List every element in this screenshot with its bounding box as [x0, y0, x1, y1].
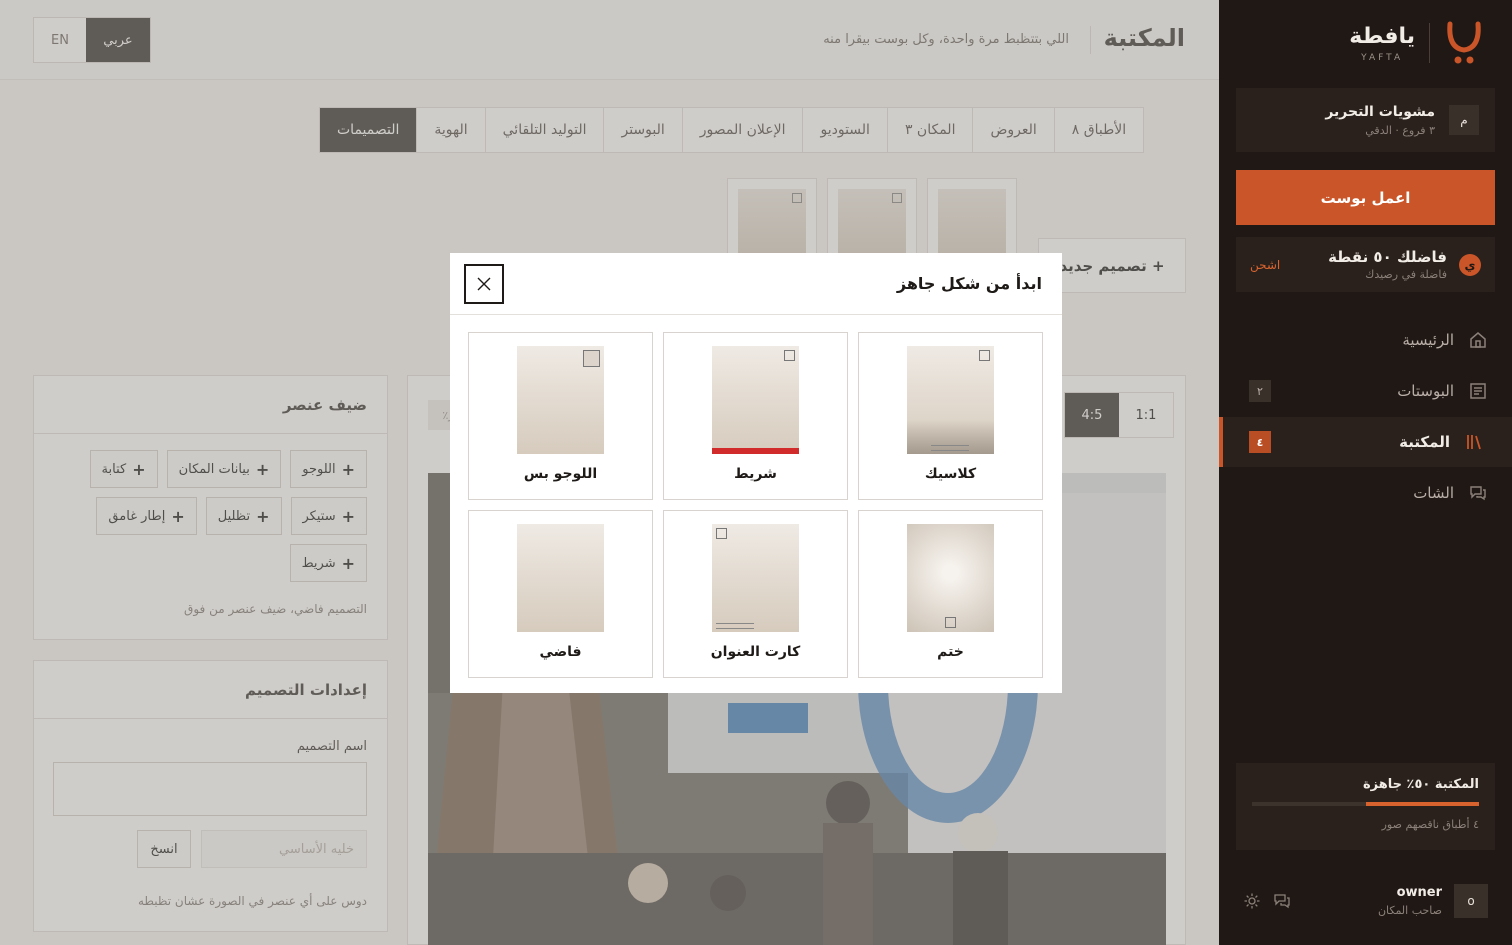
- nav-label: الشات: [1413, 484, 1454, 502]
- template-classic[interactable]: كلاسيك: [858, 332, 1043, 500]
- brand-name: يافطة: [1349, 23, 1415, 49]
- points-subtitle: فاضلة في رصيدك: [1365, 268, 1447, 281]
- points-icon: ي: [1459, 253, 1481, 276]
- progress-subtitle: ٤ أطباق ناقصهم صور: [1381, 818, 1479, 831]
- template-name: كارت العنوان: [710, 644, 801, 660]
- posts-icon: [1470, 383, 1486, 399]
- template-name: فاضي: [539, 644, 582, 660]
- library-progress-card: المكتبة ٥٠٪ جاهزة ٤ أطباق ناقصهم صور: [1236, 763, 1495, 850]
- template-name: شريط: [734, 466, 777, 482]
- modal-title: ابدأ من شكل جاهز: [896, 274, 1042, 293]
- yafta-logo-icon: [1447, 21, 1481, 64]
- nav-item-library[interactable]: المكتبة ٤: [1219, 417, 1512, 467]
- user-name: owner: [1396, 885, 1442, 900]
- template-preview: [712, 524, 799, 632]
- venue-details: ٣ فروع · الدقي: [1365, 123, 1435, 137]
- template-address-card[interactable]: كارت العنوان: [663, 510, 848, 678]
- user-avatar[interactable]: o: [1454, 884, 1488, 918]
- template-strip[interactable]: شريط: [663, 332, 848, 500]
- charge-link[interactable]: اشحن: [1250, 258, 1280, 272]
- messages-icon[interactable]: [1273, 892, 1291, 910]
- template-preview: [907, 346, 994, 454]
- make-post-button[interactable]: اعمل بوست: [1236, 170, 1495, 225]
- nav-label: الرئيسية: [1402, 331, 1454, 349]
- points-title: فاضلك ٥٠ نقطة: [1328, 248, 1447, 266]
- points-card: ي فاضلك ٥٠ نقطة فاضلة في رصيدك اشحن: [1236, 237, 1495, 292]
- venue-name: مشويات التحرير: [1325, 103, 1435, 120]
- nav-label: البوستات: [1397, 382, 1454, 400]
- user-profile: o owner صاحب المكان: [1243, 884, 1488, 918]
- progress-fill: [1365, 802, 1479, 806]
- nav-item-posts[interactable]: البوستات ٢: [1219, 366, 1512, 416]
- chat-icon: [1470, 486, 1486, 501]
- template-logo-only[interactable]: اللوجو بس: [468, 332, 653, 500]
- template-preview: [907, 524, 994, 632]
- template-grid: كلاسيك شريط اللوجو بس ختم كارت العنوان ف…: [468, 332, 1043, 678]
- sidebar: يافطة YAFTA م مشويات التحرير ٣ فروع · ال…: [1219, 0, 1512, 945]
- modal-header: ابدأ من شكل جاهز: [450, 253, 1062, 315]
- home-icon: [1470, 332, 1486, 348]
- library-icon: [1467, 435, 1481, 450]
- close-button[interactable]: [464, 263, 504, 304]
- user-tools: [1243, 892, 1291, 910]
- template-picker-modal: ابدأ من شكل جاهز كلاسيك شريط اللوجو بس خ…: [450, 253, 1062, 693]
- brand-divider: [1429, 23, 1430, 63]
- venue-switcher[interactable]: م مشويات التحرير ٣ فروع · الدقي: [1236, 88, 1495, 152]
- brand-latin: YAFTA: [1361, 52, 1404, 63]
- template-blank[interactable]: فاضي: [468, 510, 653, 678]
- gear-icon[interactable]: [1243, 892, 1261, 910]
- template-name: كلاسيك: [924, 466, 977, 482]
- nav-label: المكتبة: [1399, 433, 1450, 451]
- template-preview: [517, 524, 604, 632]
- progress-track: [1252, 802, 1479, 806]
- nav-item-home[interactable]: الرئيسية: [1219, 315, 1512, 365]
- close-icon: [477, 277, 491, 290]
- template-preview: [517, 346, 604, 454]
- template-preview: [712, 346, 799, 454]
- template-stamp[interactable]: ختم: [858, 510, 1043, 678]
- template-name: اللوجو بس: [523, 466, 598, 482]
- progress-title: المكتبة ٥٠٪ جاهزة: [1362, 777, 1479, 792]
- template-name: ختم: [937, 644, 964, 660]
- library-count-badge: ٤: [1249, 431, 1271, 453]
- brand: يافطة YAFTA: [1349, 20, 1484, 66]
- posts-count-badge: ٢: [1249, 380, 1271, 402]
- venue-avatar: م: [1449, 105, 1479, 135]
- user-role: صاحب المكان: [1377, 904, 1442, 917]
- nav-item-chat[interactable]: الشات: [1219, 468, 1512, 518]
